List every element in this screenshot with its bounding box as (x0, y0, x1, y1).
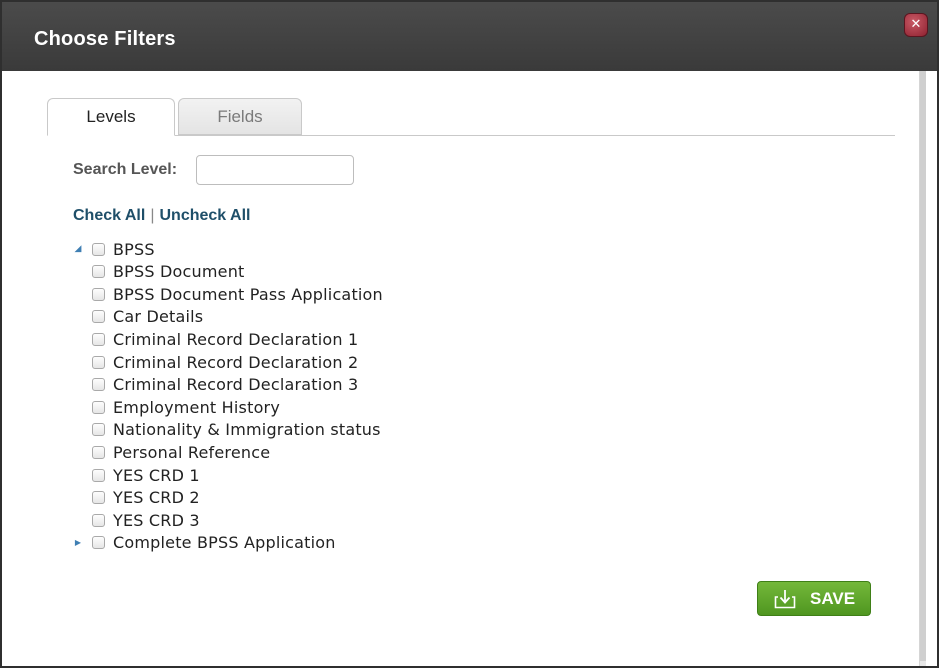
tab-levels[interactable]: Levels (47, 98, 175, 136)
tree-item[interactable]: BPSS Document (72, 261, 245, 283)
tree-item[interactable]: BPSS Document Pass Application (72, 283, 383, 305)
tree-item[interactable]: YES CRD 1 (72, 464, 200, 486)
scrollbar-thumb[interactable] (920, 71, 926, 661)
check-all-link[interactable]: Check All (73, 207, 145, 224)
close-icon[interactable]: ✕ (904, 13, 928, 37)
collapsed-arrow-icon[interactable]: ▶ (72, 538, 84, 547)
tree-item-checkbox[interactable] (92, 491, 105, 505)
tree-item-label: YES CRD 2 (113, 488, 200, 508)
search-level-input[interactable] (196, 155, 354, 185)
tree-item-label: BPSS Document Pass Application (113, 284, 383, 304)
tree-item[interactable]: Personal Reference (72, 441, 270, 463)
tab-bar: Levels Fields (47, 98, 895, 136)
tree-item[interactable]: Criminal Record Declaration 2 (72, 351, 358, 373)
vertical-scrollbar[interactable] (919, 71, 926, 666)
tree-item[interactable]: Nationality & Immigration status (72, 419, 381, 441)
tree-item-label: Criminal Record Declaration 3 (113, 375, 359, 395)
dialog-title: Choose Filters (34, 28, 176, 50)
choose-filters-dialog: Choose Filters ✕ Levels Fields Search Le… (0, 0, 939, 668)
save-icon (774, 589, 796, 608)
tree-item-checkbox[interactable] (92, 536, 105, 550)
tree-item-checkbox[interactable] (92, 378, 105, 392)
tree-item-checkbox[interactable] (92, 423, 105, 437)
expanded-arrow-icon[interactable]: ◢ (72, 244, 84, 254)
tree-item-checkbox[interactable] (92, 400, 105, 414)
tree-item-label: Criminal Record Declaration 2 (113, 352, 359, 372)
check-links: Check All | Uncheck All (73, 207, 250, 225)
tree-item[interactable]: Employment History (72, 396, 280, 418)
tree-item-checkbox[interactable] (92, 445, 105, 459)
tree-item[interactable]: YES CRD 3 (72, 509, 200, 531)
tree-item-checkbox[interactable] (92, 242, 105, 256)
tree-item-label: Complete BPSS Application (113, 533, 336, 553)
tree-item-label: Car Details (113, 307, 204, 327)
tree-item-label: YES CRD 1 (113, 465, 200, 485)
tree-item[interactable]: ▶ Complete BPSS Application (72, 532, 336, 554)
tree-item-checkbox[interactable] (92, 468, 105, 482)
tree-item[interactable]: Criminal Record Declaration 3 (72, 374, 358, 396)
search-level-label: Search Level: (73, 161, 178, 178)
tree-item-checkbox[interactable] (92, 355, 105, 369)
tree-item-label: Nationality & Immigration status (113, 420, 381, 440)
tree-item[interactable]: Criminal Record Declaration 1 (72, 328, 358, 350)
tree-item-checkbox[interactable] (92, 513, 105, 527)
check-links-separator: | (150, 207, 155, 224)
save-button[interactable]: SAVE (757, 581, 871, 616)
tree-item-label: YES CRD 3 (113, 510, 200, 530)
tree-item-checkbox[interactable] (92, 332, 105, 346)
save-button-label: SAVE (810, 588, 856, 608)
tree-item[interactable]: YES CRD 2 (72, 487, 200, 509)
tree-item[interactable]: Car Details (72, 306, 203, 328)
tab-fields[interactable]: Fields (178, 98, 302, 135)
tree-item-label: Criminal Record Declaration 1 (113, 329, 359, 349)
tree-item[interactable]: ◢ BPSS (72, 238, 155, 260)
uncheck-all-link[interactable]: Uncheck All (159, 207, 250, 224)
tree-item-checkbox[interactable] (92, 310, 105, 324)
dialog-titlebar: Choose Filters ✕ (2, 2, 937, 71)
tree-item-label: BPSS (113, 239, 155, 259)
tree-item-label: Personal Reference (113, 442, 271, 462)
tree-item-label: BPSS Document (113, 262, 245, 282)
tree-item-label: Employment History (113, 397, 281, 417)
tree-item-checkbox[interactable] (92, 265, 105, 279)
tree-item-checkbox[interactable] (92, 287, 105, 301)
